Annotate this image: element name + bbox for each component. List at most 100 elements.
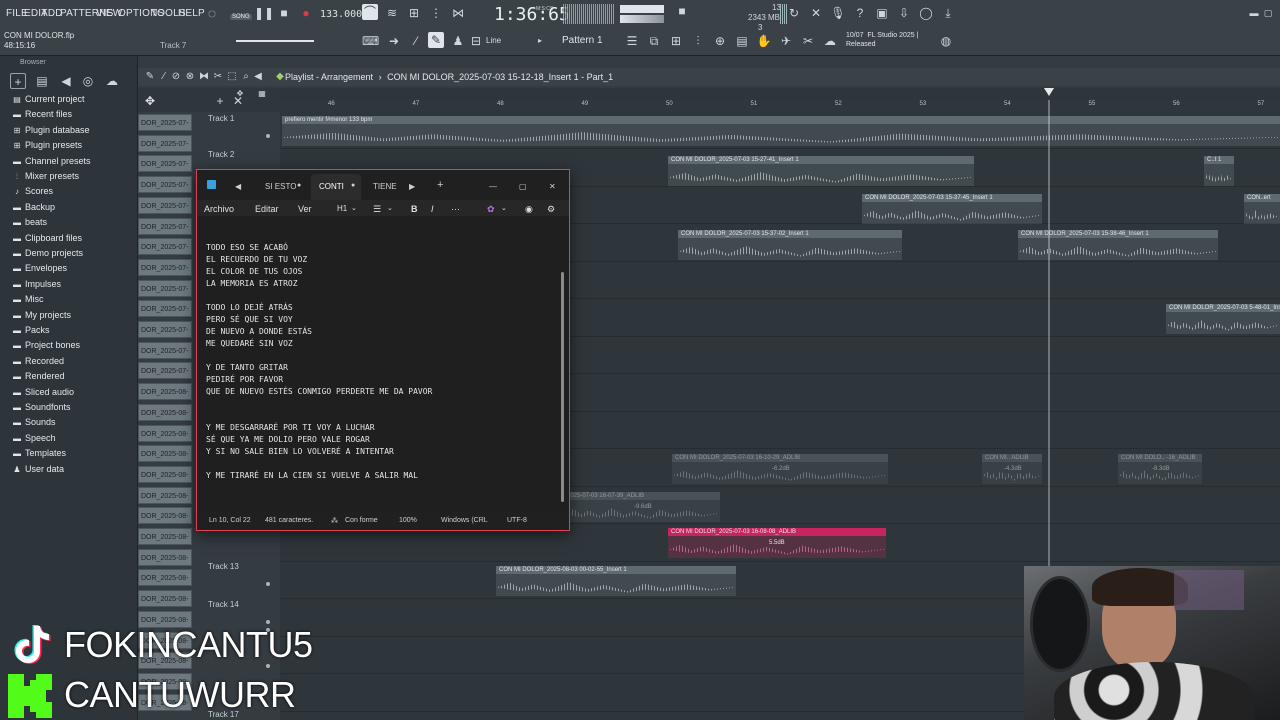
window-close-icon[interactable]: ✕	[549, 182, 556, 191]
browser-item[interactable]: ▬ Speech	[12, 433, 56, 443]
picker-clip[interactable]: DOR_2025-07-	[138, 362, 192, 380]
notepad-tab-3[interactable]: TIENE	[373, 182, 397, 191]
window-maximize-icon[interactable]: ▢	[519, 182, 527, 191]
encoding[interactable]: UTF-8	[507, 517, 527, 524]
audio-clip[interactable]: CON MI DOLOR_2025-07-03 15-37-45_Insert …	[862, 194, 1042, 224]
browser-item[interactable]: ▬ beats	[12, 217, 47, 227]
refresh-icon[interactable]: ↻	[786, 5, 802, 21]
bold-icon[interactable]: B	[411, 204, 418, 214]
browser-item[interactable]: ▬ Clipboard files	[12, 233, 82, 243]
browser-item[interactable]: ♪ Scores	[12, 186, 53, 196]
picker-clip[interactable]: DOR_2025-07-	[138, 176, 192, 194]
piano-roll-icon[interactable]: ⊞	[668, 33, 684, 49]
step-edit-icon[interactable]: ⋮	[428, 5, 444, 21]
snap-icon[interactable]: ⊟	[468, 33, 484, 49]
browser-item[interactable]: ▬ Misc	[12, 294, 44, 304]
menu-help[interactable]: HELP	[178, 8, 205, 19]
audio-clip[interactable]: 2025-07-03 16-07-39_ADLIB -9.6dB	[564, 492, 720, 522]
browser-item[interactable]: ▬ Rendered	[12, 371, 65, 381]
track-mute-dot[interactable]	[266, 582, 270, 586]
new-tab-icon[interactable]: +	[437, 179, 443, 191]
pattern-selector[interactable]: Pattern 1	[562, 35, 603, 46]
account-icon[interactable]: ◉	[525, 204, 533, 215]
snap-mode-label[interactable]: Line	[486, 36, 501, 45]
picker-clip[interactable]: DOR_2025-07-	[138, 155, 192, 173]
audio-clip[interactable]: CON MI DOLOR_2025-07-03 15-27-41_Insert …	[668, 156, 974, 186]
audio-clip[interactable]: prefiero mentir f#menor 133 bpm	[282, 116, 1280, 146]
zoom-level[interactable]: 100%	[399, 517, 417, 524]
snap-arrow-icon[interactable]: ✥	[142, 93, 158, 109]
microphone-icon[interactable]: 🎙︎	[830, 5, 846, 21]
maximize-icon[interactable]: ▢	[1260, 5, 1276, 21]
browser-back-icon[interactable]: ◀	[58, 73, 74, 89]
format-mode[interactable]: Con forme	[345, 517, 378, 524]
picker-clip[interactable]: DOR_2025-08-	[138, 424, 192, 442]
picker-clip[interactable]: DOR_2025-08-	[138, 403, 192, 421]
news-panel[interactable]: 10/07 FL Studio 2025 | Released	[846, 31, 918, 49]
stop-icon[interactable]: ■	[276, 5, 292, 21]
browser-item[interactable]: ▤ Current project	[12, 94, 84, 104]
browser-item[interactable]: ▬ Project bones	[12, 340, 80, 350]
playhead-marker[interactable]	[1044, 88, 1054, 96]
time-markers-bar[interactable]	[280, 88, 1280, 100]
track-mute-dot[interactable]	[266, 134, 270, 138]
picker-clip[interactable]: DOR_2025-07-	[138, 134, 192, 152]
chat-icon[interactable]: ◯	[918, 5, 934, 21]
browser-item[interactable]: ▬ Backup	[12, 202, 55, 212]
master-pitch-bar[interactable]	[620, 15, 664, 23]
chevron-down-icon[interactable]: ⌄	[351, 204, 357, 212]
touch-controller-icon[interactable]: ✋	[756, 33, 772, 49]
track-header[interactable]: Track 14	[208, 600, 239, 609]
audio-clip[interactable]: CON MI DOLOR_2025-07-03 15-37-02_Insert …	[678, 230, 902, 260]
picker-clip[interactable]: DOR_2025-07-	[138, 114, 192, 131]
picker-clip[interactable]: DOR_2025-08-	[138, 507, 192, 525]
brush-icon[interactable]: ⁄	[408, 33, 424, 49]
line-ending[interactable]: Windows (CRL	[441, 517, 488, 524]
audio-clip[interactable]: CON..ert	[1244, 194, 1280, 224]
audio-clip[interactable]: CON MI DOLOR_2025-07-03 16-10-29_ADLIB -6…	[672, 454, 888, 484]
browser-cloud-icon[interactable]: ☁	[104, 73, 120, 89]
audio-clip[interactable]: CON MI DOLOR_2025-07-03 16-08-08_ADLIB 5.…	[668, 528, 886, 558]
picker-clip[interactable]: DOR_2025-07-	[138, 300, 192, 318]
picker-clip[interactable]: DOR_2025-07-	[138, 341, 192, 359]
picker-clip[interactable]: DOR_2025-07-	[138, 196, 192, 214]
picker-clip[interactable]: DOR_2025-08-	[138, 383, 192, 401]
picker-clip[interactable]: DOR_2025-07-	[138, 258, 192, 276]
blend-notes-icon[interactable]: ⋈	[450, 5, 466, 21]
browser-item[interactable]: ▬ Sounds	[12, 417, 56, 427]
notepad-text-area[interactable]: TODO ESO SE ACABÓ EL RECUERDO DE TU VOZ EL…	[206, 242, 556, 482]
plug-icon[interactable]: ✕	[808, 5, 824, 21]
pan-icon[interactable]: ✥	[232, 86, 248, 102]
tempo-display[interactable]: 133.000	[320, 9, 362, 20]
menu-archivo[interactable]: Archivo	[204, 204, 234, 214]
audio-clip[interactable]: C..t 1	[1204, 156, 1234, 186]
picker-clip[interactable]: DOR_2025-07-	[138, 238, 192, 256]
tag-icon[interactable]: ✈	[778, 33, 794, 49]
script-icon[interactable]: ✂	[800, 33, 816, 49]
settings-gear-icon[interactable]: ⚙	[547, 204, 555, 215]
plugin-picker-icon[interactable]: ⊕	[712, 33, 728, 49]
picker-clip[interactable]: DOR_2025-08-	[138, 590, 192, 608]
pencil-icon[interactable]: ✎	[428, 32, 444, 48]
help-icon[interactable]: ?	[852, 5, 868, 21]
picker-clip[interactable]: DOR_2025-08-	[138, 569, 192, 587]
notepad-tab-next-icon[interactable]: ▶	[409, 182, 415, 191]
tool-playback-icon[interactable]: ◀	[250, 69, 266, 85]
picker-clip[interactable]: DOR_2025-07-	[138, 321, 192, 338]
browser-search-icon[interactable]: ◎	[80, 73, 96, 89]
cloud-icon[interactable]: ☁	[822, 33, 838, 49]
browser-item[interactable]: ▬ Impulses	[12, 279, 61, 289]
browser-item[interactable]: ▬ Templates	[12, 448, 66, 458]
list-icon[interactable]: ☰	[373, 204, 381, 215]
notepad-tab-prev-icon[interactable]: ◀	[235, 182, 241, 191]
keyboard-icon[interactable]: ⌨	[362, 33, 379, 49]
menu-editar[interactable]: Editar	[255, 204, 279, 214]
wait-input-icon[interactable]: ≋	[384, 5, 400, 21]
menu-ver[interactable]: Ver	[298, 204, 312, 214]
copilot-icon[interactable]: ✿	[487, 204, 495, 215]
browser-item[interactable]: ▬ Recorded	[12, 356, 64, 366]
browser-item[interactable]: ▬ Channel presets	[12, 156, 91, 166]
audio-clip[interactable]: CON MI.. ADLIB -4.3dB	[982, 454, 1042, 484]
picker-clip[interactable]: DOR_2025-07-	[138, 217, 192, 235]
audio-clip[interactable]: CON MI DOLO.. -16_ADLIB -8.3dB	[1118, 454, 1202, 484]
